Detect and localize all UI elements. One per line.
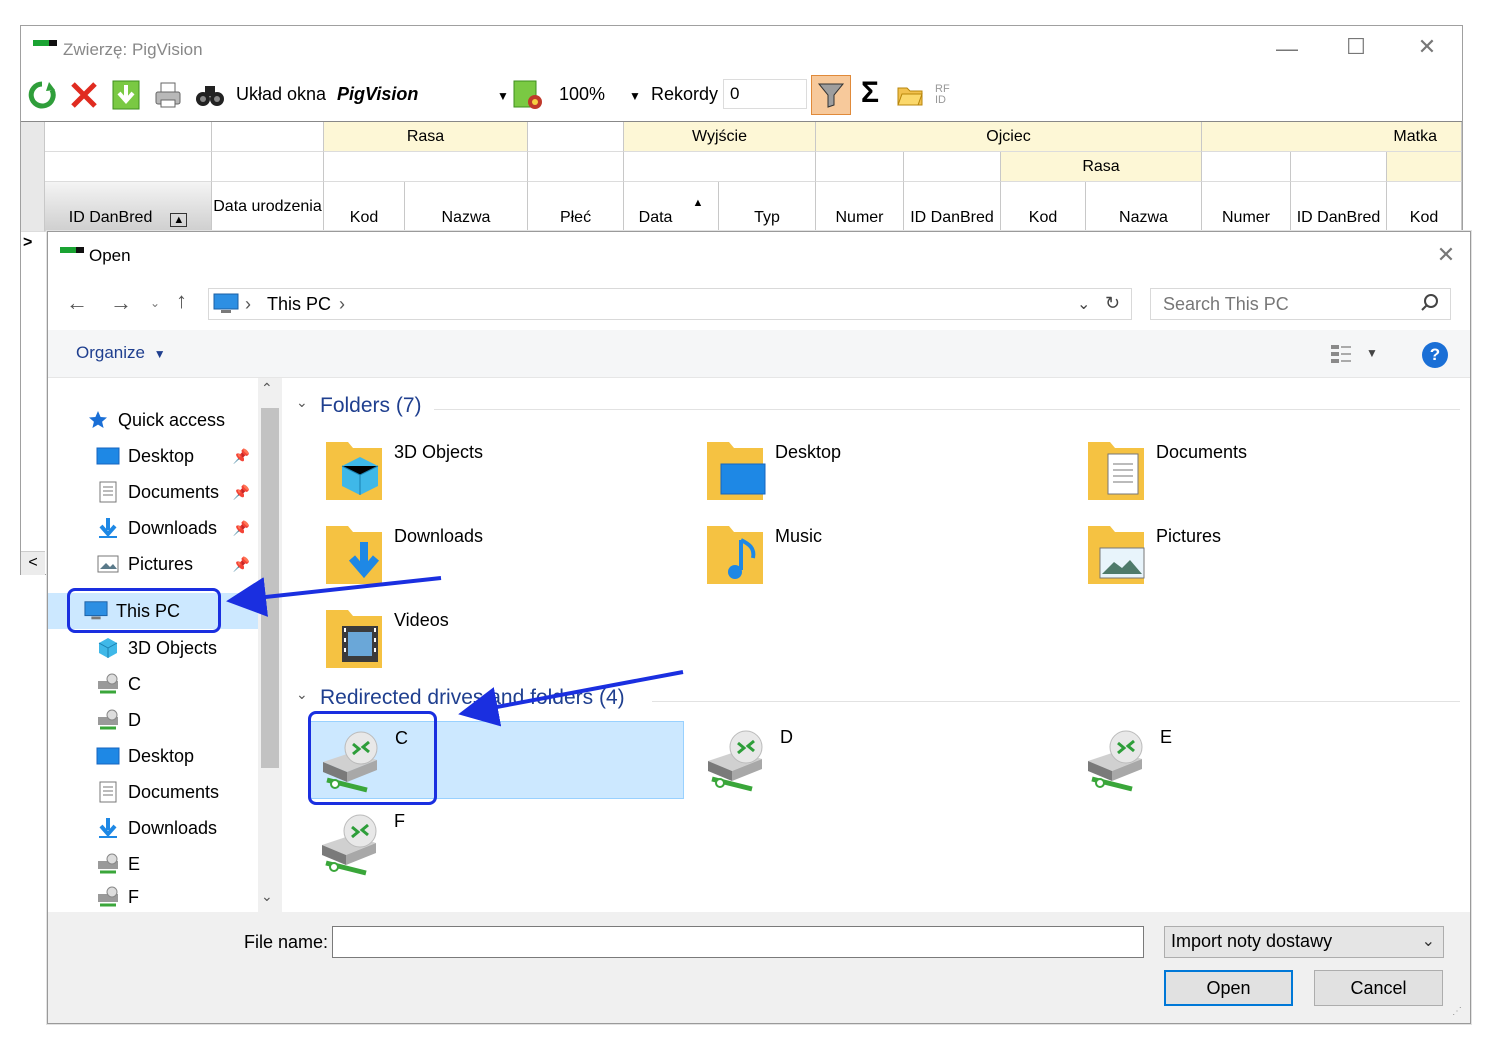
annotation-arrows — [226, 576, 684, 727]
arrow-to-drive-c — [458, 670, 684, 727]
arrow-to-this-pc — [226, 576, 442, 617]
